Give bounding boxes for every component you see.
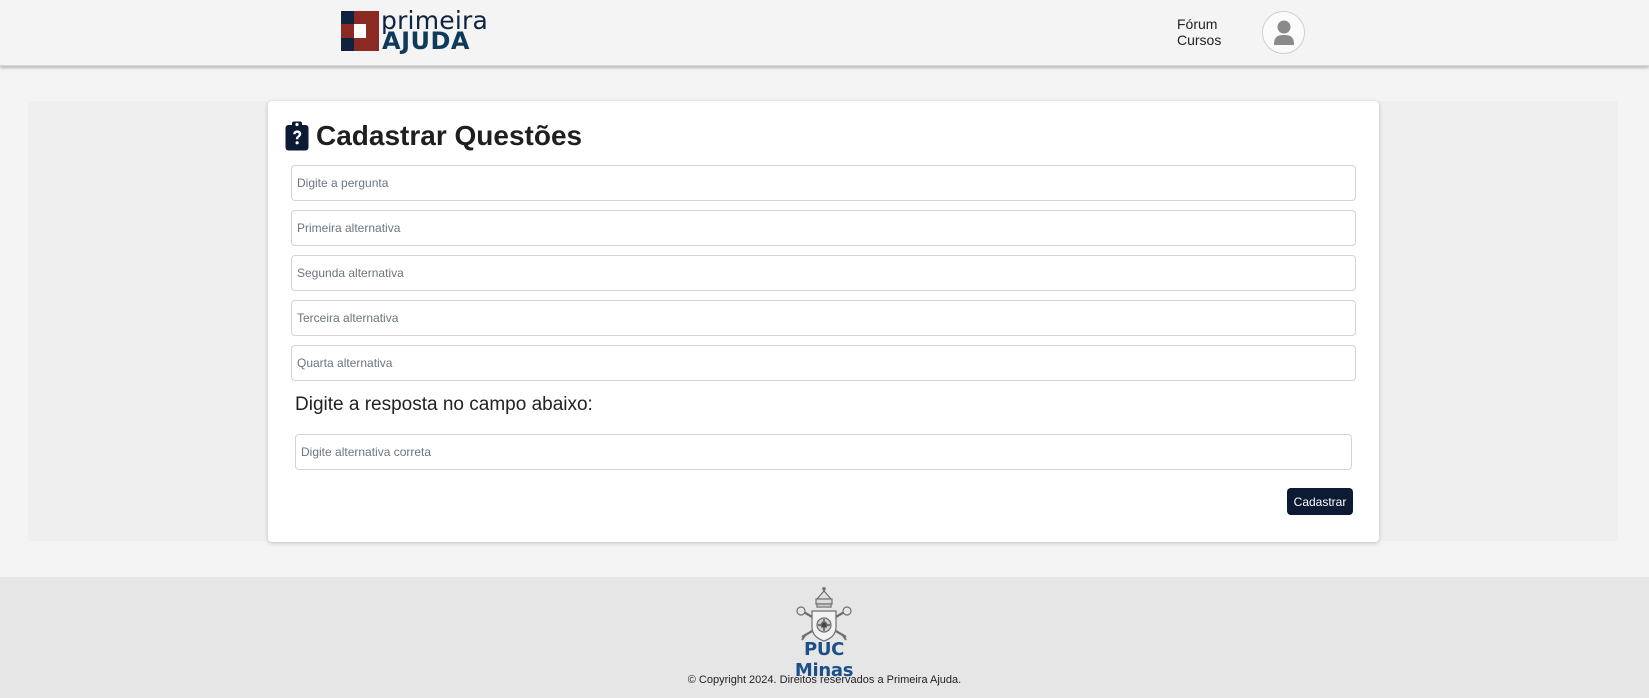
logo-mark-icon [341,11,379,51]
fourth-alternative-input[interactable] [291,345,1356,381]
top-header: primeira AJUDA Fórum Cursos [0,0,1649,66]
logo-text-ajuda: AJUDA [382,27,470,55]
clipboard-question-icon [285,121,309,151]
user-icon [1273,20,1294,45]
nav-link-forum[interactable]: Fórum [1177,16,1247,32]
question-form-card: Cadastrar Questões Digite a resposta no … [268,101,1379,542]
second-alternative-input[interactable] [291,255,1356,291]
copyright-text: © Copyright 2024. Direitos reservados a … [687,674,962,686]
answer-instruction-label: Digite a resposta no campo abaixo: [295,394,593,415]
nav-link-cursos[interactable]: Cursos [1177,32,1247,48]
user-avatar-button[interactable] [1262,11,1305,54]
page-title: Cadastrar Questões [316,120,583,151]
page-footer: PUC Minas © Copyright 2024. Direitos res… [0,577,1649,698]
question-input[interactable] [291,165,1356,201]
third-alternative-input[interactable] [291,300,1356,336]
primeira-ajuda-logo[interactable]: primeira AJUDA [341,8,488,55]
first-alternative-input[interactable] [291,210,1356,246]
form-header: Cadastrar Questões [285,119,582,153]
main-nav: Fórum Cursos [1177,16,1247,48]
correct-answer-input[interactable] [295,434,1352,470]
submit-button[interactable]: Cadastrar [1287,488,1353,515]
